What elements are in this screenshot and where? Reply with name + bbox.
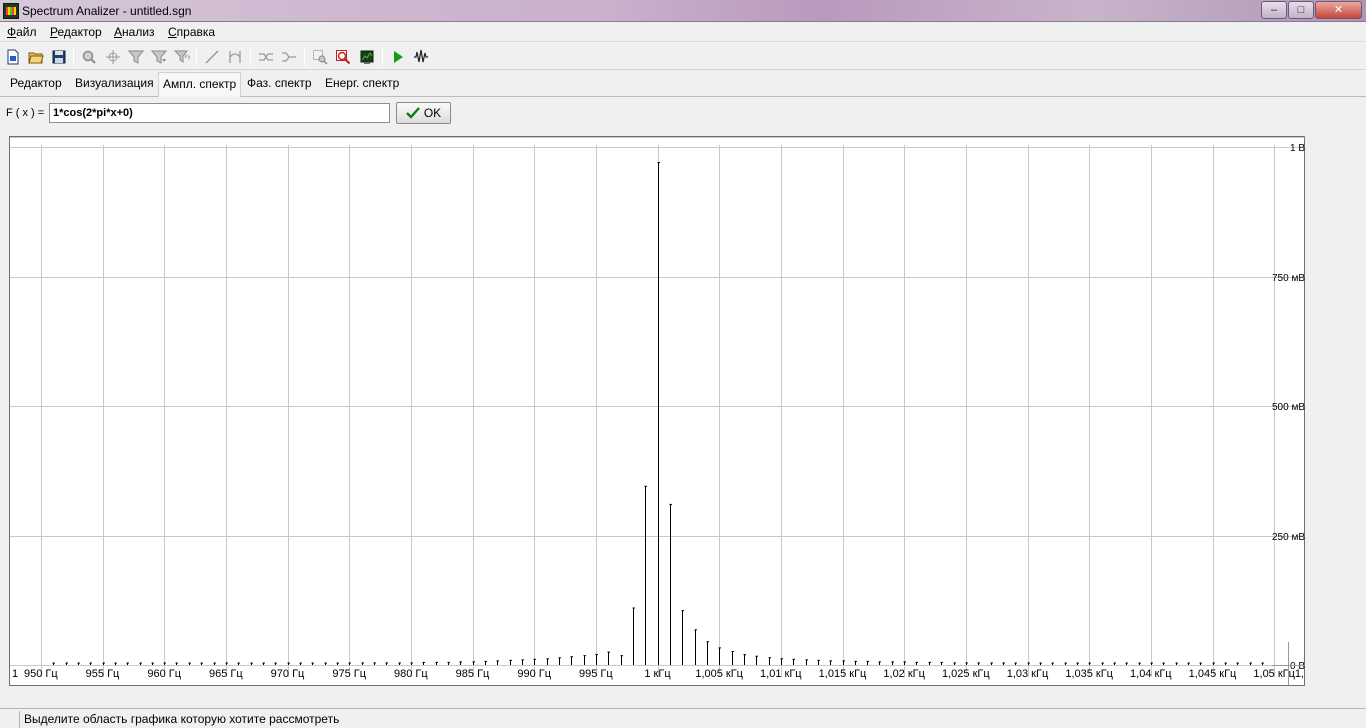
status-bar: Выделите область графика которую хотите … xyxy=(0,708,1366,728)
svg-text:xy: xy xyxy=(184,53,190,60)
x-tick-label: 1,005 кГц xyxy=(695,668,743,680)
filter-xy-icon[interactable]: xy xyxy=(172,47,192,67)
x-tick-label: 965 Гц xyxy=(209,668,243,680)
new-file-icon[interactable] xyxy=(3,47,23,67)
x-tick-label: 1 кГц xyxy=(644,668,671,680)
tab-amplitude-spectrum[interactable]: Ампл. спектр xyxy=(158,72,242,97)
y-tick-label: 750 мВ xyxy=(1272,273,1305,284)
filter-icon[interactable] xyxy=(126,47,146,67)
x-tick-label: 955 Гц xyxy=(86,668,120,680)
window-title: Spectrum Analizer - untitled.sgn xyxy=(22,4,192,18)
select-area-icon[interactable] xyxy=(310,47,330,67)
tab-bar: Редактор Визуализация Ампл. спектр Фаз. … xyxy=(0,71,1366,97)
title-bar: Spectrum Analizer - untitled.sgn – □ ✕ xyxy=(0,0,1366,22)
tab-energy-spectrum[interactable]: Енерг. спектр xyxy=(325,76,399,90)
crosshair-icon[interactable] xyxy=(103,47,123,67)
signal-merge-icon[interactable] xyxy=(279,47,299,67)
close-button[interactable]: ✕ xyxy=(1315,1,1362,19)
zoom-area-icon[interactable] xyxy=(333,47,353,67)
x-tick-label: 1,05 кГц xyxy=(1253,668,1295,680)
ok-button[interactable]: OK xyxy=(396,102,451,124)
x-tick-label: 975 Гц xyxy=(332,668,366,680)
x-tick-label: 1,03 кГц xyxy=(1007,668,1049,680)
app-icon xyxy=(3,3,19,19)
x-tick-label: 950 Гц xyxy=(24,668,58,680)
x-tick-label: 960 Гц xyxy=(147,668,181,680)
x-tick-label: 990 Гц xyxy=(517,668,551,680)
y-tick-label: 1 В xyxy=(1290,143,1305,154)
tab-phase-spectrum[interactable]: Фаз. спектр xyxy=(247,76,312,90)
signal-split-icon[interactable] xyxy=(256,47,276,67)
x-tick-label: 1,01 кГц xyxy=(760,668,802,680)
line-icon[interactable] xyxy=(202,47,222,67)
x-tick-label: 1 xyxy=(12,668,18,680)
tab-visualization[interactable]: Визуализация xyxy=(75,76,154,90)
menu-editor[interactable]: Редактор xyxy=(50,25,102,39)
bracket-icon[interactable] xyxy=(225,47,245,67)
chart-window-icon[interactable] xyxy=(357,47,377,67)
tab-editor[interactable]: Редактор xyxy=(10,76,62,90)
zoom-icon[interactable] xyxy=(79,47,99,67)
formula-label: F ( x ) = xyxy=(6,107,45,119)
x-tick-label: 1, xyxy=(1295,668,1304,680)
x-tick-label: 1,035 кГц xyxy=(1065,668,1113,680)
play-icon[interactable] xyxy=(388,47,408,67)
menu-bar: Файл Редактор Анализ Справка xyxy=(0,22,1366,42)
filter-down-icon[interactable] xyxy=(149,47,169,67)
maximize-button[interactable]: □ xyxy=(1288,1,1314,19)
x-tick-label: 970 Гц xyxy=(271,668,305,680)
x-tick-label: 1,045 кГц xyxy=(1189,668,1237,680)
toolbar: xy xyxy=(0,43,1366,70)
save-disk-icon[interactable] xyxy=(49,47,69,67)
toolbar-separator xyxy=(250,48,251,66)
x-tick-label: 1,02 кГц xyxy=(883,668,925,680)
amplitude-spectrum-chart[interactable]: 1 В 750 мВ 500 мВ 250 мВ 0 В 1 950 Гц 955 Гц 960… xyxy=(9,136,1306,687)
toolbar-separator xyxy=(73,48,74,66)
toolbar-separator xyxy=(304,48,305,66)
ok-button-label: OK xyxy=(423,106,442,120)
x-tick-label: 995 Гц xyxy=(579,668,613,680)
checkmark-icon xyxy=(405,107,420,119)
open-folder-icon[interactable] xyxy=(26,47,46,67)
menu-file[interactable]: Файл xyxy=(7,25,37,39)
status-text: Выделите область графика которую хотите … xyxy=(19,711,1359,728)
x-tick-label: 980 Гц xyxy=(394,668,428,680)
x-tick-label: 1,015 кГц xyxy=(819,668,867,680)
waveform-icon[interactable] xyxy=(411,47,431,67)
x-tick-label: 1,025 кГц xyxy=(942,668,990,680)
menu-analysis[interactable]: Анализ xyxy=(114,25,155,39)
toolbar-separator xyxy=(382,48,383,66)
toolbar-separator xyxy=(196,48,197,66)
chart-canvas[interactable]: 1 В750 мВ500 мВ250 мВ0 В1 950 Гц 955 Гц 960… xyxy=(10,137,1306,687)
y-tick-label: 250 мВ xyxy=(1272,532,1305,543)
menu-help[interactable]: Справка xyxy=(168,25,215,39)
x-tick-label: 985 Гц xyxy=(456,668,490,680)
formula-input[interactable] xyxy=(49,103,390,123)
y-tick-label: 500 мВ xyxy=(1272,402,1305,413)
minimize-button[interactable]: – xyxy=(1261,1,1287,19)
x-tick-label: 1,04 кГц xyxy=(1130,668,1172,680)
